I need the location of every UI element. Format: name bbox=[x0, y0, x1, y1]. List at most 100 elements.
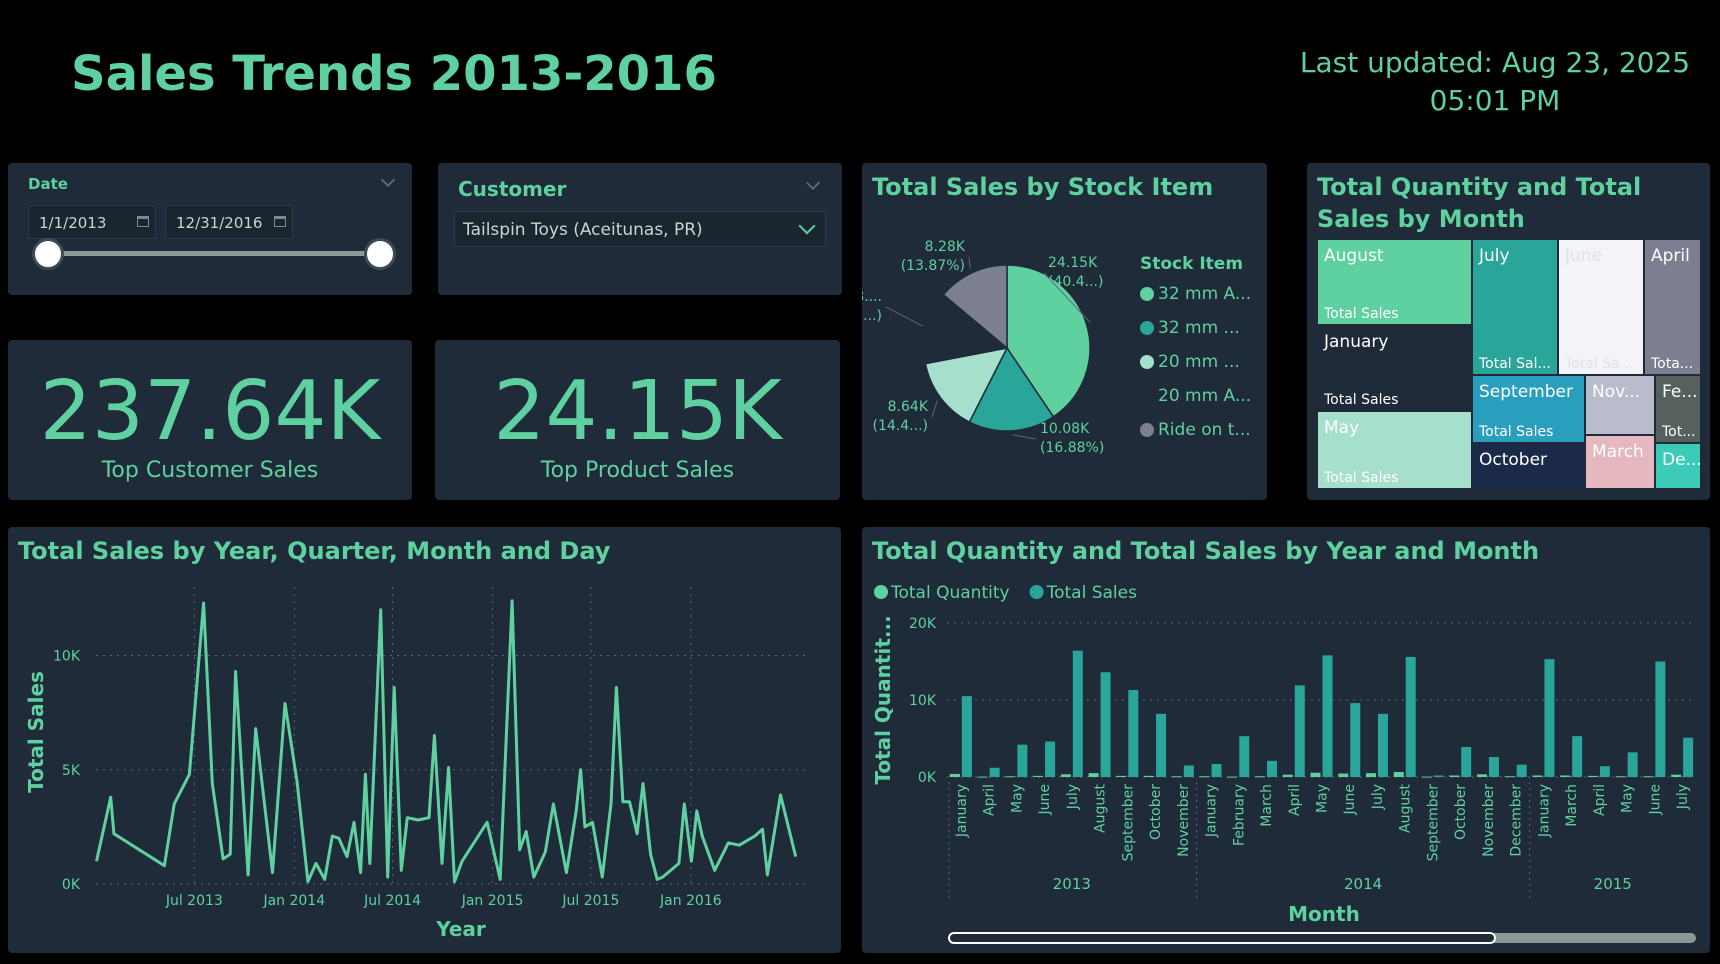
bar-total-sales[interactable] bbox=[1239, 736, 1250, 777]
bar-total-quantity[interactable] bbox=[1560, 775, 1571, 777]
calendar-icon[interactable] bbox=[274, 216, 286, 227]
bar-total-sales[interactable] bbox=[1267, 760, 1278, 777]
pie-legend-label[interactable]: 20 mm A... bbox=[1158, 386, 1251, 406]
treemap-cell[interactable]: January Total Sales bbox=[1317, 325, 1472, 411]
treemap-cell[interactable]: September Total Sales bbox=[1472, 375, 1585, 443]
bar-total-quantity[interactable] bbox=[1199, 776, 1210, 778]
pie-data-label: (40.4...) bbox=[1048, 274, 1103, 290]
bar-total-sales[interactable] bbox=[1350, 703, 1361, 777]
bar-total-quantity[interactable] bbox=[1255, 776, 1266, 778]
bar-total-quantity[interactable] bbox=[1088, 773, 1099, 777]
bar-total-quantity[interactable] bbox=[1144, 775, 1155, 777]
pie-legend-marker bbox=[1140, 321, 1154, 335]
bar-total-quantity[interactable] bbox=[1393, 771, 1404, 777]
date-range-end-handle[interactable] bbox=[364, 238, 396, 270]
bar-total-sales[interactable] bbox=[961, 696, 972, 777]
bar-total-sales[interactable] bbox=[1599, 766, 1610, 777]
pie-legend-label[interactable]: Ride on t... bbox=[1158, 420, 1251, 440]
bar-total-quantity[interactable] bbox=[1365, 773, 1376, 777]
last-updated-date: Last updated: Aug 23, 2025 bbox=[1299, 46, 1691, 79]
bar-total-quantity[interactable] bbox=[1116, 775, 1127, 777]
bar-total-quantity[interactable] bbox=[1643, 776, 1654, 778]
bar-total-sales[interactable] bbox=[1461, 746, 1472, 777]
bar-total-quantity[interactable] bbox=[949, 773, 960, 777]
bar-legend-label[interactable]: Total Sales bbox=[1046, 583, 1137, 603]
bar-total-sales[interactable] bbox=[1627, 752, 1638, 777]
bar-total-quantity[interactable] bbox=[1033, 775, 1044, 777]
end-date-input[interactable]: 12/31/2016 bbox=[165, 205, 293, 239]
pie-legend-marker bbox=[1140, 389, 1154, 403]
bar-chart-card: Total Quantity and Total Sales by Year a… bbox=[862, 527, 1710, 953]
treemap-cell[interactable]: April Tota... bbox=[1644, 239, 1701, 375]
bar-total-quantity[interactable] bbox=[1060, 774, 1071, 777]
line-y-axis-title: Total Sales bbox=[24, 671, 48, 793]
bar-total-sales[interactable] bbox=[1433, 775, 1444, 777]
bar-total-sales[interactable] bbox=[1488, 756, 1499, 777]
date-range-start-handle[interactable] bbox=[32, 238, 64, 270]
bar-total-quantity[interactable] bbox=[977, 776, 988, 778]
bar-total-sales[interactable] bbox=[1683, 737, 1694, 777]
bar-total-quantity[interactable] bbox=[1476, 774, 1487, 777]
chevron-down-icon[interactable] bbox=[805, 175, 821, 191]
chevron-down-icon[interactable] bbox=[798, 217, 816, 235]
treemap-cell[interactable]: Fe... Tot... bbox=[1655, 375, 1701, 443]
treemap-cell[interactable]: March bbox=[1585, 435, 1655, 489]
treemap-cell[interactable]: May Total Sales bbox=[1317, 411, 1472, 489]
bar-total-sales[interactable] bbox=[1516, 764, 1527, 777]
bar-total-sales[interactable] bbox=[1405, 656, 1416, 777]
bar-total-sales[interactable] bbox=[1294, 685, 1305, 777]
bar-total-quantity[interactable] bbox=[1227, 776, 1238, 778]
pie-data-label: (...) bbox=[862, 308, 882, 324]
treemap-cell[interactable]: October bbox=[1472, 443, 1585, 489]
bar-total-sales[interactable] bbox=[1100, 672, 1111, 777]
bar-x-tick-label: April bbox=[982, 784, 998, 816]
treemap-cell[interactable]: June Total Sa... bbox=[1558, 239, 1644, 375]
pie-legend-label[interactable]: 20 mm ... bbox=[1158, 352, 1240, 372]
bar-legend-label[interactable]: Total Quantity bbox=[890, 583, 1010, 603]
bar-total-quantity[interactable] bbox=[1338, 773, 1349, 777]
bar-total-quantity[interactable] bbox=[1504, 776, 1515, 778]
pie-legend-label[interactable]: 32 mm A... bbox=[1158, 284, 1251, 304]
bar-scrollbar-thumb[interactable] bbox=[948, 932, 1496, 944]
bar-total-sales[interactable] bbox=[1183, 765, 1194, 777]
treemap-cell[interactable]: July Total Sal... bbox=[1472, 239, 1558, 375]
chevron-down-icon[interactable] bbox=[380, 172, 396, 188]
bar-total-sales[interactable] bbox=[1211, 763, 1222, 777]
treemap-cell[interactable]: Nov... bbox=[1585, 375, 1655, 435]
bar-total-quantity[interactable] bbox=[1449, 775, 1460, 777]
bar-total-sales[interactable] bbox=[1156, 713, 1167, 777]
bar-total-sales[interactable] bbox=[1017, 744, 1028, 777]
bar-total-sales[interactable] bbox=[1045, 741, 1056, 777]
bar-total-quantity[interactable] bbox=[1005, 776, 1016, 778]
bar-total-quantity[interactable] bbox=[1421, 776, 1432, 778]
bar-total-quantity[interactable] bbox=[1615, 776, 1626, 778]
bar-x-tick-label: October bbox=[1148, 784, 1164, 840]
date-range-track[interactable] bbox=[48, 251, 378, 256]
bar-total-quantity[interactable] bbox=[1587, 775, 1598, 777]
bar-total-sales[interactable] bbox=[1655, 661, 1666, 778]
bar-total-sales[interactable] bbox=[1377, 713, 1388, 777]
bar-total-quantity[interactable] bbox=[1532, 775, 1543, 777]
customer-dropdown[interactable]: Tailspin Toys (Aceitunas, PR) bbox=[454, 211, 826, 247]
bar-year-label: 2015 bbox=[1594, 875, 1632, 893]
start-date-input[interactable]: 1/1/2013 bbox=[28, 205, 156, 239]
treemap-cell[interactable]: De... bbox=[1655, 443, 1701, 489]
bar-total-sales[interactable] bbox=[1128, 689, 1139, 777]
calendar-icon[interactable] bbox=[137, 216, 149, 227]
bar-total-sales[interactable] bbox=[1572, 736, 1583, 777]
treemap-card: Total Quantity and Total Sales by Month … bbox=[1307, 163, 1710, 500]
bar-total-sales[interactable] bbox=[989, 767, 1000, 777]
pie-legend-marker bbox=[1140, 423, 1154, 437]
bar-x-tick-label: February bbox=[1231, 784, 1247, 846]
treemap-cell[interactable]: August Total Sales bbox=[1317, 239, 1472, 325]
bar-total-quantity[interactable] bbox=[1671, 774, 1682, 777]
bar-total-quantity[interactable] bbox=[1310, 772, 1321, 777]
pie-legend-label[interactable]: 32 mm ... bbox=[1158, 318, 1240, 338]
bar-total-quantity[interactable] bbox=[1171, 776, 1182, 778]
bar-total-sales[interactable] bbox=[1544, 659, 1555, 777]
bar-x-tick-label: August bbox=[1398, 783, 1414, 833]
bar-total-sales[interactable] bbox=[1322, 655, 1333, 777]
bar-total-quantity[interactable] bbox=[1282, 774, 1293, 777]
bar-total-sales[interactable] bbox=[1072, 650, 1083, 777]
pie-leader-line bbox=[1012, 434, 1037, 440]
